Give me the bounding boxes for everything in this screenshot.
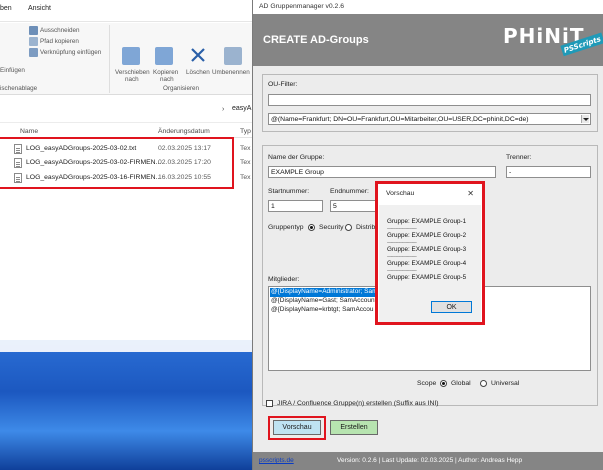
ou-filter-panel: OU-Filter: @(Name=Frankfurt; DN=OU=Frank… xyxy=(262,74,598,132)
column-name[interactable]: Name xyxy=(20,128,38,135)
list-item[interactable]: @{DisplayName=Administrator; Sam xyxy=(270,288,388,297)
paste-shortcut-button[interactable]: Verknüpfung einfügen xyxy=(40,49,101,56)
separator-label: Trenner: xyxy=(506,154,532,161)
delete-icon xyxy=(190,47,206,63)
address-path: easyA xyxy=(232,105,252,112)
group-name-input[interactable]: EXAMPLE Group xyxy=(268,166,496,178)
phinit-logo: PHiNiT PSScripts xyxy=(503,24,603,57)
move-to-icon xyxy=(122,47,140,65)
cut-button[interactable]: Ausschneiden xyxy=(40,27,80,34)
jira-checkbox[interactable] xyxy=(266,400,273,407)
ribbon-tabs: ben Ansicht xyxy=(0,0,253,22)
address-bar[interactable]: › easyA xyxy=(0,96,253,123)
window-title: AD Gruppenmanager v0.2.6 xyxy=(259,3,345,10)
tab-view[interactable]: Ansicht xyxy=(28,5,51,12)
separator-input[interactable]: - xyxy=(506,166,591,178)
ribbon: Ausschneiden Pfad kopieren Verknüpfung e… xyxy=(0,23,253,95)
radio-universal[interactable] xyxy=(480,380,487,387)
start-number-label: Startnummer: xyxy=(268,188,310,195)
file-type: Tex xyxy=(240,159,251,166)
desktop-background xyxy=(0,340,252,470)
radio-global[interactable] xyxy=(440,380,447,387)
cut-icon xyxy=(29,26,38,35)
members-label: Mitglieder: xyxy=(268,276,300,283)
rename-button[interactable]: Umbenennen xyxy=(212,69,250,76)
jira-checkbox-label: JIRA / Confluence Gruppe(n) erstellen (S… xyxy=(277,400,439,407)
tab-start[interactable]: ben xyxy=(0,5,12,12)
group-name-label: Name der Gruppe: xyxy=(268,154,325,161)
chevron-down-icon[interactable] xyxy=(581,115,589,123)
version-info: Version: 0.2.6 | Last Update: 02.03.2025… xyxy=(337,457,523,464)
scope-label: Scope xyxy=(417,380,437,387)
footer: psscripts.de Version: 0.2.6 | Last Updat… xyxy=(253,452,603,470)
ou-filter-label: OU-Filter: xyxy=(268,81,298,88)
highlight-box-dialog xyxy=(375,181,485,325)
group-type-label: Gruppentyp xyxy=(268,224,304,231)
universal-label: Universal xyxy=(491,380,520,387)
move-to-button[interactable]: Verschieben xyxy=(115,69,150,76)
ribbon-divider xyxy=(109,25,110,93)
file-type: Tex xyxy=(240,145,251,152)
ou-filter-input[interactable] xyxy=(268,94,591,106)
security-label: Security xyxy=(319,224,344,231)
paste-shortcut-icon xyxy=(29,48,38,57)
start-number-input[interactable]: 1 xyxy=(268,200,323,212)
highlight-box-preview xyxy=(268,416,326,440)
ou-select[interactable]: @(Name=Frankfurt; DN=OU=Frankfurt,OU=Mit… xyxy=(268,113,591,125)
chevron-right-icon: › xyxy=(222,106,225,113)
copy-path-button[interactable]: Pfad kopieren xyxy=(40,38,79,45)
create-button[interactable]: Erstellen xyxy=(330,420,378,435)
organize-group-label: Organisieren xyxy=(163,85,200,92)
column-date[interactable]: Änderungsdatum xyxy=(158,128,210,135)
window-edge xyxy=(0,338,252,352)
clipboard-group-label: ischenablage xyxy=(0,85,38,92)
list-item[interactable]: @{DisplayName=krbtgt; SamAccou xyxy=(270,306,374,315)
list-item[interactable]: @{DisplayName=Gast; SamAccount xyxy=(270,297,376,306)
highlight-box-files xyxy=(0,137,234,189)
file-type: Tex xyxy=(240,174,251,181)
copy-to-sub: nach xyxy=(160,76,174,83)
page-title: CREATE AD-Groups xyxy=(263,34,369,46)
psscripts-link[interactable]: psscripts.de xyxy=(259,457,294,464)
copy-to-icon xyxy=(155,47,173,65)
end-number-label: Endnummer: xyxy=(330,188,369,195)
radio-security[interactable] xyxy=(308,224,315,231)
delete-button[interactable]: Löschen xyxy=(186,69,210,76)
radio-distribution[interactable] xyxy=(345,224,352,231)
column-type[interactable]: Typ xyxy=(240,128,251,135)
global-label: Global xyxy=(451,380,471,387)
window-titlebar: AD Gruppenmanager v0.2.6 xyxy=(253,0,603,14)
ou-select-value: @(Name=Frankfurt; DN=OU=Frankfurt,OU=Mit… xyxy=(271,116,529,123)
copy-to-button[interactable]: Kopieren xyxy=(153,69,178,76)
move-to-sub: nach xyxy=(125,76,139,83)
copy-path-icon xyxy=(29,37,38,46)
paste-button[interactable]: Einfügen xyxy=(0,67,25,74)
rename-icon xyxy=(224,47,242,65)
